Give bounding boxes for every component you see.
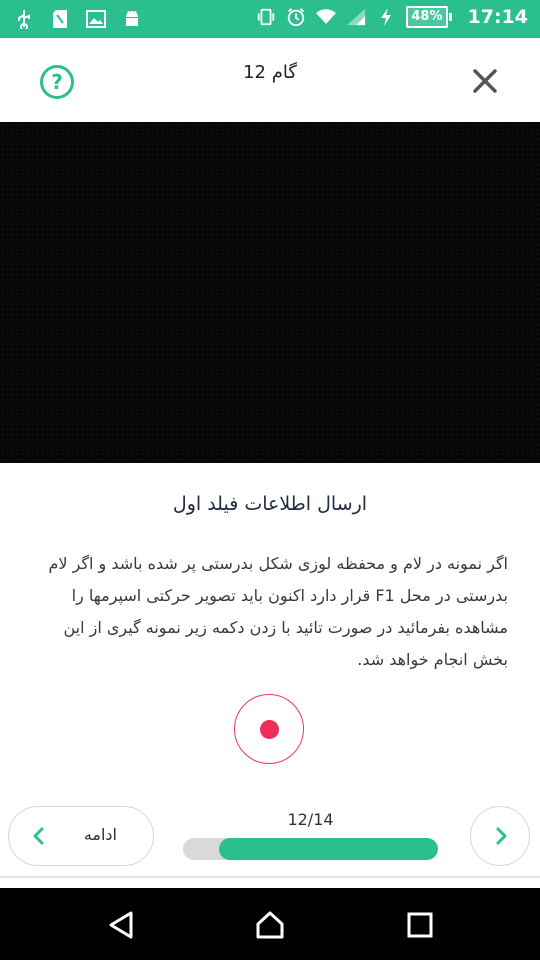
- alarm-icon: [286, 6, 306, 28]
- chevron-right-icon: [496, 827, 507, 845]
- divider: [0, 876, 540, 878]
- status-bar: 48% 17:14: [0, 0, 540, 38]
- vibrate-icon: [256, 6, 276, 28]
- section-title: ارسال اطلاعات فیلد اول: [172, 493, 368, 515]
- next-button[interactable]: [470, 806, 530, 866]
- app-header: ? گام 12: [0, 38, 540, 122]
- home-icon[interactable]: [255, 910, 285, 940]
- progress-text: 12/14: [287, 810, 334, 829]
- battery-indicator: 48%: [406, 6, 452, 28]
- usb-icon: [14, 8, 34, 30]
- close-button[interactable]: [472, 68, 498, 94]
- system-nav-bar: [0, 888, 540, 960]
- android-icon: [122, 8, 142, 30]
- battery-level: 48%: [406, 6, 448, 28]
- back-icon[interactable]: [106, 910, 136, 940]
- chevron-left-icon: [33, 827, 44, 845]
- instruction-text: اگر نمونه در لام و محفظه لوزی شکل بدرستی…: [48, 554, 508, 669]
- close-icon: [473, 69, 497, 93]
- progress-fill: [219, 838, 438, 860]
- recents-icon[interactable]: [405, 910, 435, 940]
- camera-preview: [0, 122, 540, 463]
- record-dot-icon: [260, 720, 279, 739]
- progress-bar: [183, 838, 438, 860]
- charging-icon: [376, 6, 396, 28]
- continue-label: ادامه: [83, 825, 117, 844]
- signal-icon: [346, 6, 366, 28]
- page-title: گام 12: [243, 62, 297, 83]
- record-button[interactable]: [234, 694, 304, 764]
- clock: 17:14: [467, 6, 528, 28]
- continue-button[interactable]: ادامه: [8, 806, 154, 866]
- image-icon: [86, 8, 106, 30]
- sd-card-icon: [50, 8, 70, 30]
- wifi-icon: [316, 6, 337, 28]
